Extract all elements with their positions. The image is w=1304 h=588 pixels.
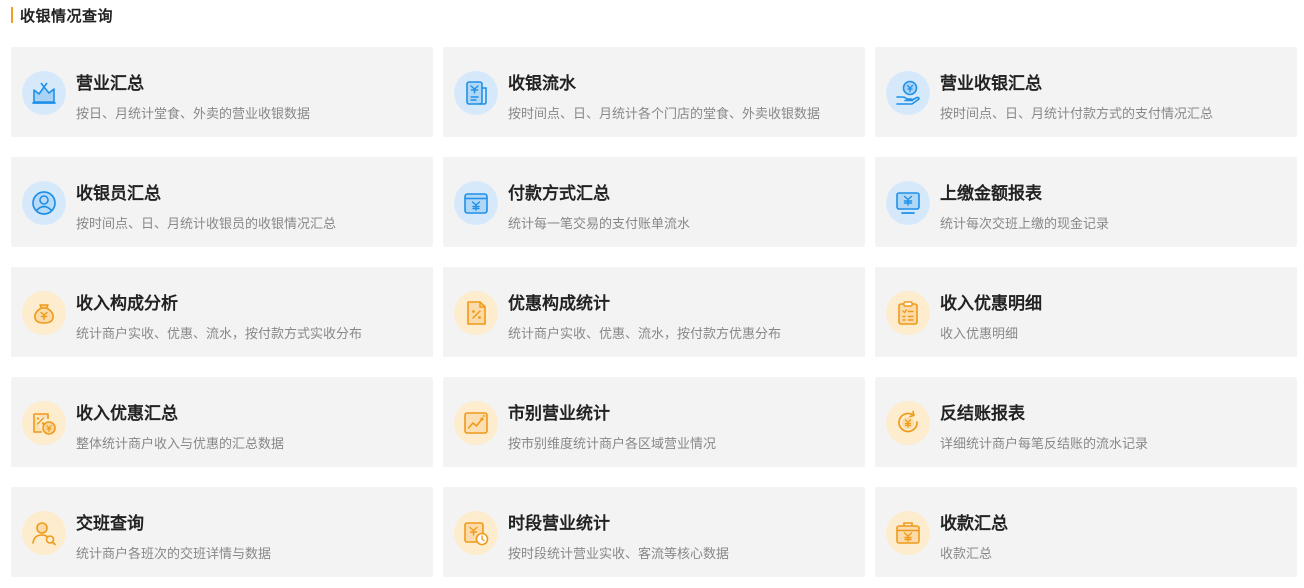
card-description: 统计每一笔交易的支付账单流水	[508, 217, 691, 232]
card-discount-composition-stats[interactable]: 优惠构成统计统计商户实收、优惠、流水，按付款方优惠分布	[443, 267, 865, 357]
card-description: 按时间点、日、月统计收银员的收银情况汇总	[76, 217, 337, 232]
report-card-grid: 营业汇总 按日、月统计堂食、外卖的营业收银数据 收银流水 按时间点、日、月统计各个门店…	[11, 47, 1297, 577]
clipboard-list-icon	[886, 291, 930, 335]
card-title: 付款方式汇总	[508, 184, 610, 204]
briefcase-yuan-icon	[886, 511, 930, 555]
section-header: 收银情况查询	[11, 4, 113, 26]
card-shift-handover-query[interactable]: 交班查询统计商户各班次的交班详情与数据	[11, 487, 433, 577]
hand-coin-icon	[886, 71, 930, 115]
card-title: 反结账报表	[940, 404, 1025, 424]
card-description: 按时间点、日、月统计付款方式的支付情况汇总	[940, 107, 1214, 122]
card-title: 上缴金额报表	[940, 184, 1042, 204]
card-description: 按时间点、日、月统计各个门店的堂食、外卖收银数据	[508, 107, 821, 122]
card-title: 时段营业统计	[508, 514, 610, 534]
money-bag-icon	[22, 291, 66, 335]
card-description: 统计商户各班次的交班详情与数据	[76, 547, 272, 562]
card-description: 统计商户实收、优惠、流水，按付款方优惠分布	[508, 327, 782, 342]
receipt-yuan-icon	[454, 71, 498, 115]
card-cashier-staff-summary[interactable]: 收银员汇总按时间点、日、月统计收银员的收银情况汇总	[11, 157, 433, 247]
card-title: 营业汇总	[76, 74, 144, 94]
card-description: 收款汇总	[940, 547, 993, 562]
card-description: 按市别维度统计商户各区域营业情况	[508, 437, 717, 452]
wallet-yuan-icon	[454, 181, 498, 225]
percent-document-icon	[454, 291, 498, 335]
card-cash-submission-report[interactable]: 上缴金额报表统计每次交班上缴的现金记录	[875, 157, 1297, 247]
card-title: 收银流水	[508, 74, 576, 94]
card-title: 优惠构成统计	[508, 294, 610, 314]
card-cashier-flow[interactable]: 收银流水按时间点、日、月统计各个门店的堂食、外卖收银数据	[443, 47, 865, 137]
card-description: 整体统计商户收入与优惠的汇总数据	[76, 437, 285, 452]
section-accent-bar	[11, 7, 13, 23]
card-payment-method-summary[interactable]: 付款方式汇总统计每一笔交易的支付账单流水	[443, 157, 865, 247]
user-circle-icon	[22, 181, 66, 225]
monitor-yuan-icon	[886, 181, 930, 225]
card-title: 市别营业统计	[508, 404, 610, 424]
trend-chart-icon	[454, 401, 498, 445]
card-title: 交班查询	[76, 514, 144, 534]
card-business-cashier-summary[interactable]: 营业收银汇总按时间点、日、月统计付款方式的支付情况汇总	[875, 47, 1297, 137]
card-income-discount-detail[interactable]: 收入优惠明细 收入优惠明细	[875, 267, 1297, 357]
card-city-business-stats[interactable]: 市别营业统计按市别维度统计商户各区域营业情况	[443, 377, 865, 467]
card-title: 收入优惠汇总	[76, 404, 178, 424]
user-search-icon	[22, 511, 66, 555]
card-period-business-stats[interactable]: 时段营业统计按时段统计营业实收、客流等核心数据	[443, 487, 865, 577]
section-title: 收银情况查询	[20, 6, 114, 25]
refresh-yuan-icon	[886, 401, 930, 445]
card-collection-summary[interactable]: 收款汇总 收款汇总	[875, 487, 1297, 577]
card-income-composition-analysis[interactable]: 收入构成分析统计商户实收、优惠、流水，按付款方式实收分布	[11, 267, 433, 357]
card-description: 统计商户实收、优惠、流水，按付款方式实收分布	[76, 327, 363, 342]
card-title: 收银员汇总	[76, 184, 161, 204]
card-title: 营业收银汇总	[940, 74, 1042, 94]
card-description: 统计每次交班上缴的现金记录	[940, 217, 1110, 232]
chart-area-icon	[22, 71, 66, 115]
card-title: 收入构成分析	[76, 294, 178, 314]
clock-yuan-icon	[454, 511, 498, 555]
card-description: 按时段统计营业实收、客流等核心数据	[508, 547, 730, 562]
card-reverse-checkout-report[interactable]: 反结账报表详细统计商户每笔反结账的流水记录	[875, 377, 1297, 467]
card-description: 详细统计商户每笔反结账的流水记录	[940, 437, 1149, 452]
card-title: 收入优惠明细	[940, 294, 1042, 314]
discount-coin-icon	[22, 401, 66, 445]
card-income-discount-summary[interactable]: 收入优惠汇总整体统计商户收入与优惠的汇总数据	[11, 377, 433, 467]
card-description: 按日、月统计堂食、外卖的营业收银数据	[76, 107, 311, 122]
card-business-summary[interactable]: 营业汇总按日、月统计堂食、外卖的营业收银数据	[11, 47, 433, 137]
card-description: 收入优惠明细	[940, 327, 1019, 342]
card-title: 收款汇总	[940, 514, 1008, 534]
